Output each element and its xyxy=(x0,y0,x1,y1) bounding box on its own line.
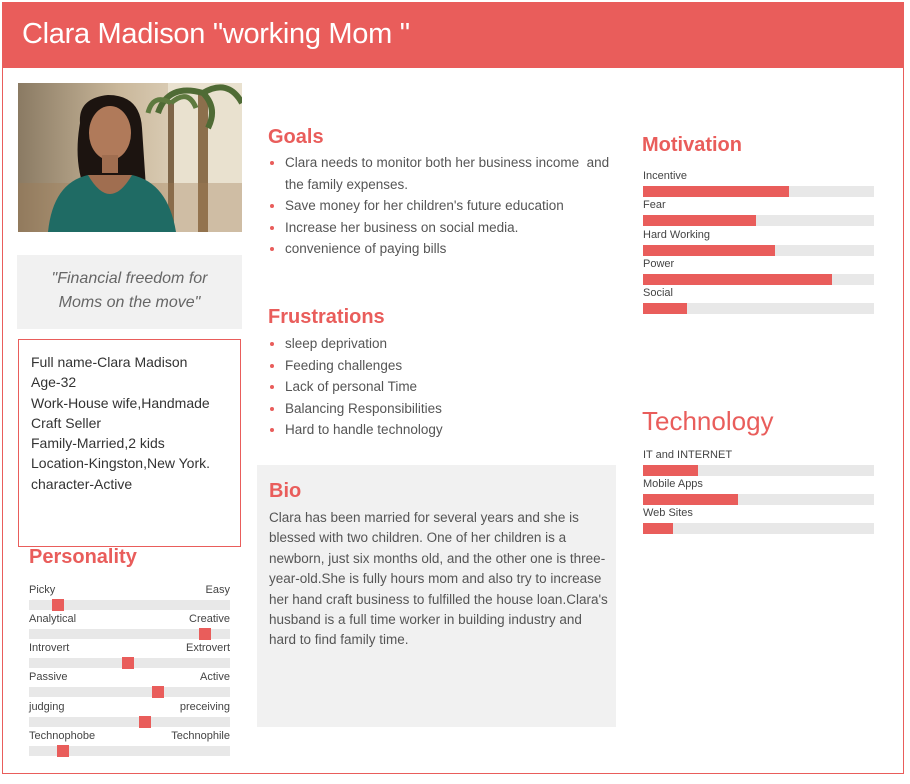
frustration-item: sleep deprivation xyxy=(268,333,613,355)
info-family: Family-Married,2 kids xyxy=(31,435,165,452)
motivation-label: Social xyxy=(643,287,673,299)
quote-line-1: "Financial freedom for xyxy=(51,270,208,287)
motivation-bar-fill xyxy=(643,186,789,197)
info-work: Work-House wife,Handmade xyxy=(31,394,210,411)
goals-list: Clara needs to monitor both her business… xyxy=(268,152,613,260)
technology-label: IT and INTERNET xyxy=(643,449,733,461)
slider-track xyxy=(29,657,230,669)
info-work-cont: Craft Seller xyxy=(31,414,102,431)
technology-bar-fill xyxy=(643,523,674,534)
slider-right-label: Active xyxy=(200,671,230,683)
goal-item: convenience of paying bills xyxy=(268,238,613,260)
motivation-bar-fill xyxy=(643,245,775,256)
motivation-bar xyxy=(643,245,874,256)
goals-title: Goals xyxy=(268,126,324,148)
slider-knob xyxy=(122,657,134,669)
info-full-name: Full name-Clara Madison xyxy=(31,354,188,370)
info-character: character-Active xyxy=(31,475,133,492)
slider-knob xyxy=(52,599,64,611)
persona-photo xyxy=(18,83,242,232)
motivation-bar-fill xyxy=(643,274,833,285)
info-location: Location-Kingston,New York. xyxy=(31,455,210,472)
slider-knob xyxy=(57,745,69,757)
personality-title: Personality xyxy=(29,546,137,568)
motivation-label: Fear xyxy=(643,199,666,211)
technology-label: Web Sites xyxy=(643,507,693,519)
frustration-item: Balancing Responsibilities xyxy=(268,398,613,420)
persona-photo-icon xyxy=(18,83,242,232)
slider-right-label: Technophile xyxy=(171,730,230,742)
motivation-title: Motivation xyxy=(642,134,742,156)
motivation-bar xyxy=(643,186,874,197)
frustration-item: Feeding challenges xyxy=(268,355,613,377)
slider-track xyxy=(29,628,230,640)
goal-item: Increase her business on social media. xyxy=(268,217,613,239)
motivation-bar-fill xyxy=(643,303,687,314)
slider-track xyxy=(29,686,230,698)
persona-title: Clara Madison "working Mom " xyxy=(22,18,410,50)
quote-line-2: Moms on the move" xyxy=(58,294,201,311)
bio-title: Bio xyxy=(269,480,302,502)
persona-quote: "Financial freedom for Moms on the move" xyxy=(17,255,242,329)
personal-info-box: Full name-Clara Madison Age-32 Work-Hous… xyxy=(18,339,241,547)
slider-right-label: Easy xyxy=(205,584,230,596)
motivation-bar xyxy=(643,303,874,314)
technology-title: Technology xyxy=(642,406,774,436)
slider-left-label: Picky xyxy=(29,584,56,596)
frustration-item: Hard to handle technology xyxy=(268,419,613,441)
technology-bar-fill xyxy=(643,465,699,476)
slider-knob xyxy=(152,686,164,698)
frustration-item: Lack of personal Time xyxy=(268,376,613,398)
goal-item: Save money for her children's future edu… xyxy=(268,195,613,217)
slider-left-label: Analytical xyxy=(29,613,77,625)
slider-right-label: preceiving xyxy=(179,701,230,713)
slider-track xyxy=(29,745,230,757)
frustrations-list: sleep deprivation Feeding challenges Lac… xyxy=(268,333,613,441)
slider-track xyxy=(29,599,230,611)
motivation-label: Incentive xyxy=(643,170,688,182)
frustrations-title: Frustrations xyxy=(268,306,385,328)
motivation-bar xyxy=(643,274,874,285)
slider-left-label: judging xyxy=(29,701,65,713)
header-bar: Clara Madison "working Mom " xyxy=(2,2,904,68)
motivation-bar-fill xyxy=(643,215,757,226)
slider-right-label: Creative xyxy=(189,613,230,625)
goal-item: Clara needs to monitor both her business… xyxy=(268,152,613,195)
slider-knob xyxy=(199,628,211,640)
technology-bar xyxy=(643,523,874,534)
technology-label: Mobile Apps xyxy=(643,478,703,490)
slider-left-label: Technophobe xyxy=(29,730,96,742)
slider-left-label: Passive xyxy=(29,671,68,683)
motivation-bar xyxy=(643,215,874,226)
slider-track xyxy=(29,716,230,728)
bio-text: Clara has been married for several years… xyxy=(269,510,608,648)
technology-bar-fill xyxy=(643,494,738,505)
motivation-label: Power xyxy=(643,258,675,270)
motivation-label: Hard Working xyxy=(643,229,711,241)
slider-knob xyxy=(139,716,151,728)
technology-bar xyxy=(643,465,874,476)
slider-right-label: Extrovert xyxy=(185,642,230,654)
info-age: Age-32 xyxy=(31,374,77,391)
slider-left-label: Introvert xyxy=(29,642,70,654)
technology-bar xyxy=(643,494,874,505)
